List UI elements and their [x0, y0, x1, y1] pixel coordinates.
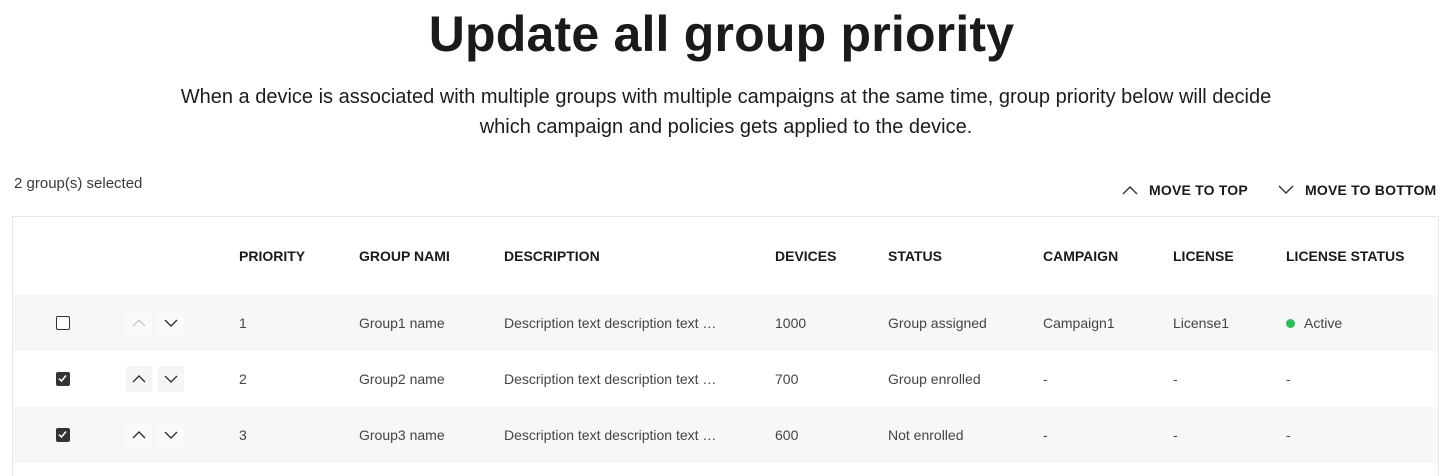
header-license-status: LICENSE STATUS: [1286, 248, 1405, 264]
table-row: 2 Group2 name Description text descripti…: [13, 351, 1438, 407]
selected-count: 2 group(s) selected: [14, 175, 143, 192]
table-header: PRIORITY GROUP NAME DESCRIPTION DEVICES …: [13, 217, 1438, 296]
header-priority: PRIORITY: [239, 248, 306, 264]
license-status-label: Active: [1304, 315, 1343, 331]
cell-description: Description text description text descri…: [504, 315, 722, 331]
cell-group-name: Group3 name: [359, 427, 445, 443]
page-title: Update all group priority: [428, 6, 1015, 62]
row-move-up-button[interactable]: [126, 366, 152, 392]
move-to-top-label: MOVE TO TOP: [1149, 182, 1248, 198]
cell-campaign: -: [1043, 371, 1048, 387]
check-icon: [58, 431, 67, 439]
cell-status: Not enrolled: [888, 427, 964, 443]
move-to-bottom-label: MOVE TO BOTTOM: [1305, 182, 1437, 198]
row-move-up-button[interactable]: [126, 310, 152, 336]
move-to-top-button[interactable]: MOVE TO TOP: [1121, 180, 1248, 200]
chevron-down-icon: [164, 319, 178, 327]
row-move-down-button[interactable]: [158, 422, 184, 448]
page-description: When a device is associated with multipl…: [180, 86, 1272, 138]
header-devices: DEVICES: [775, 248, 837, 264]
chevron-down-icon: [164, 375, 178, 383]
row-checkbox[interactable]: [56, 428, 70, 442]
header-campaign: CAMPAIGN: [1043, 248, 1119, 264]
cell-description: Description text description text descri…: [504, 427, 722, 443]
check-icon: [58, 375, 67, 383]
move-to-bottom-button[interactable]: MOVE TO BOTTOM: [1277, 180, 1436, 200]
cell-devices: 1000: [775, 315, 807, 331]
row-move-up-button[interactable]: [126, 422, 152, 448]
group-priority-table: PRIORITY GROUP NAME DESCRIPTION DEVICES …: [12, 216, 1439, 476]
cell-license: -: [1173, 427, 1178, 443]
cell-devices: 600: [775, 427, 799, 443]
cell-license-status: -: [1286, 427, 1291, 443]
status-dot-icon: [1286, 318, 1295, 328]
row-checkbox[interactable]: [56, 316, 70, 330]
chevron-up-icon: [132, 319, 146, 327]
header-license: LICENSE: [1173, 248, 1234, 264]
cell-priority: 2: [239, 371, 247, 387]
cell-priority: 3: [239, 427, 247, 443]
cell-status: Group enrolled: [888, 371, 981, 387]
chevron-up-icon: [132, 431, 146, 439]
chevron-down-icon: [1278, 185, 1294, 194]
cell-devices: 700: [775, 371, 799, 387]
row-move-down-button[interactable]: [158, 366, 184, 392]
cell-license-status: Active: [1286, 295, 1342, 351]
cell-campaign: -: [1043, 427, 1048, 443]
chevron-down-icon: [164, 431, 178, 439]
cell-group-name: Group2 name: [359, 371, 445, 387]
chevron-up-icon: [132, 375, 146, 383]
cell-campaign: Campaign1: [1043, 315, 1115, 331]
table-row: 3 Group3 name Description text descripti…: [13, 407, 1438, 463]
cell-group-name: Group1 name: [359, 315, 445, 331]
cell-status: Group assigned: [888, 315, 987, 331]
row-move-down-button[interactable]: [158, 310, 184, 336]
cell-description: Description text description text descri…: [504, 371, 722, 387]
cell-priority: 1: [239, 315, 247, 331]
row-checkbox[interactable]: [56, 372, 70, 386]
chevron-up-icon: [1122, 186, 1138, 195]
header-group-name: GROUP NAME: [359, 248, 449, 264]
cell-license-status: -: [1286, 371, 1291, 387]
cell-license: License1: [1173, 315, 1230, 331]
header-description: DESCRIPTION: [504, 248, 600, 264]
table-row: 1 Group1 name Description text descripti…: [13, 295, 1438, 351]
cell-license: -: [1173, 371, 1178, 387]
header-status: STATUS: [888, 248, 942, 264]
